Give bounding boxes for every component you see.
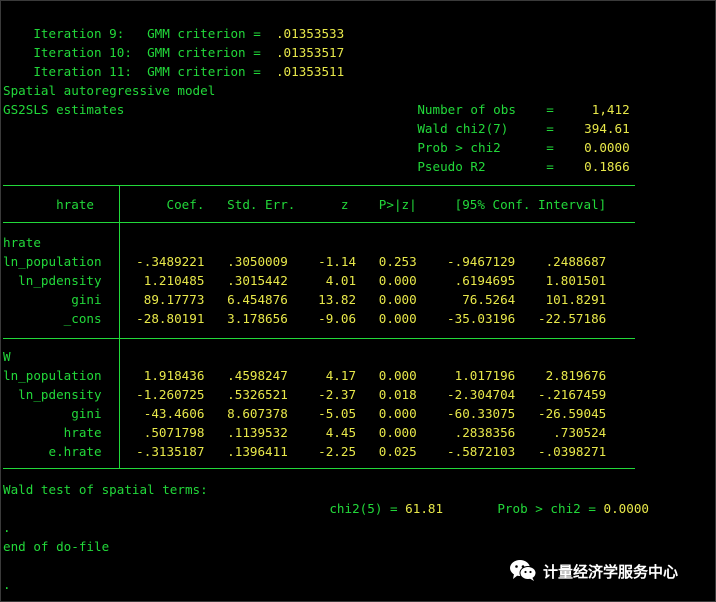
row-label: gini xyxy=(3,292,110,307)
iteration-line: Iteration 11: GMM criterion = .01353511 xyxy=(3,43,344,79)
row-label: _cons xyxy=(3,311,110,326)
model-title: Spatial autoregressive model xyxy=(3,83,216,98)
iteration-line: Iteration 10: GMM criterion = .01353517 xyxy=(3,24,344,60)
row-label: ln_pdensity xyxy=(3,273,110,288)
row-values: .5071798 .1139532 4.45 0.000 .2838356 .7… xyxy=(121,425,607,440)
model-stat: Number of obs = 1,412 xyxy=(387,81,629,117)
model-method: GS2SLS estimates xyxy=(3,102,125,117)
iteration-label: Iteration 11: GMM criterion = xyxy=(33,64,269,79)
row-values: -28.80191 3.178656 -9.06 0.000 -35.03196… xyxy=(121,311,607,326)
wald-test-chi2: chi2(5) = 61.81 xyxy=(299,480,443,516)
row-values: 89.17773 6.454876 13.82 0.000 76.5264 10… xyxy=(121,292,607,307)
model-stat: Wald chi2(7) = 394.61 xyxy=(387,100,629,136)
stat-label: Pseudo R2 = xyxy=(417,159,554,174)
command-dot: . xyxy=(3,520,11,535)
iteration-line: Iteration 9: GMM criterion = .01353533 xyxy=(3,5,344,41)
table-header-rule xyxy=(3,222,635,223)
iteration-value: .01353511 xyxy=(268,64,345,79)
row-values: 1.918436 .4598247 4.17 0.000 1.017196 2.… xyxy=(121,368,607,383)
command-prompt-dot: . xyxy=(3,577,11,592)
end-of-do-file: end of do-file xyxy=(3,539,110,554)
row-values: -.3135187 .1396411 -2.25 0.025 -.5872103… xyxy=(121,444,607,459)
table-column-header: Coef. Std. Err. z P>|z| [95% Conf. Inter… xyxy=(121,197,607,212)
row-label: gini xyxy=(3,406,110,421)
row-values: -1.260725 .5326521 -2.37 0.018 -2.304704… xyxy=(121,387,607,402)
table-bottom-rule xyxy=(3,468,635,469)
section-label: W xyxy=(3,349,11,364)
row-label: hrate xyxy=(3,425,110,440)
table-section-divider xyxy=(119,338,120,469)
row-label: ln_pdensity xyxy=(3,387,110,402)
stat-value: 0.1866 xyxy=(553,159,630,174)
wald-test-label: Wald test of spatial terms: xyxy=(3,482,208,497)
prob-label: Prob > chi2 = xyxy=(497,501,604,516)
table-depvar-header: hrate xyxy=(3,197,102,212)
watermark: 计量经济学服务中心 xyxy=(509,557,678,585)
model-stat: Pseudo R2 = 0.1866 xyxy=(387,138,629,174)
row-label: ln_population xyxy=(3,368,110,383)
model-stat: Prob > chi2 = 0.0000 xyxy=(387,119,629,155)
row-label: e.hrate xyxy=(3,444,110,459)
wald-test-prob: Prob > chi2 = 0.0000 xyxy=(467,480,649,516)
table-section-divider xyxy=(119,222,120,339)
table-top-rule xyxy=(3,185,635,186)
watermark-text: 计量经济学服务中心 xyxy=(543,562,679,581)
stata-results-window[interactable]: Iteration 9: GMM criterion = .01353533 I… xyxy=(0,0,716,602)
chi2-label: chi2(5) = xyxy=(329,501,406,516)
row-values: -.3489221 .3050009 -1.14 0.253 -.9467129… xyxy=(121,254,607,269)
table-section-rule xyxy=(3,338,635,339)
row-values: 1.210485 .3015442 4.01 0.000 .6194695 1.… xyxy=(121,273,607,288)
row-values: -43.4606 8.607378 -5.05 0.000 -60.33075 … xyxy=(121,406,607,421)
section-label: hrate xyxy=(3,235,41,250)
chi2-value: 61.81 xyxy=(405,501,444,516)
table-header-divider xyxy=(119,185,120,223)
prob-value: 0.0000 xyxy=(603,501,650,516)
wechat-icon xyxy=(509,558,537,585)
row-label: ln_population xyxy=(3,254,110,269)
